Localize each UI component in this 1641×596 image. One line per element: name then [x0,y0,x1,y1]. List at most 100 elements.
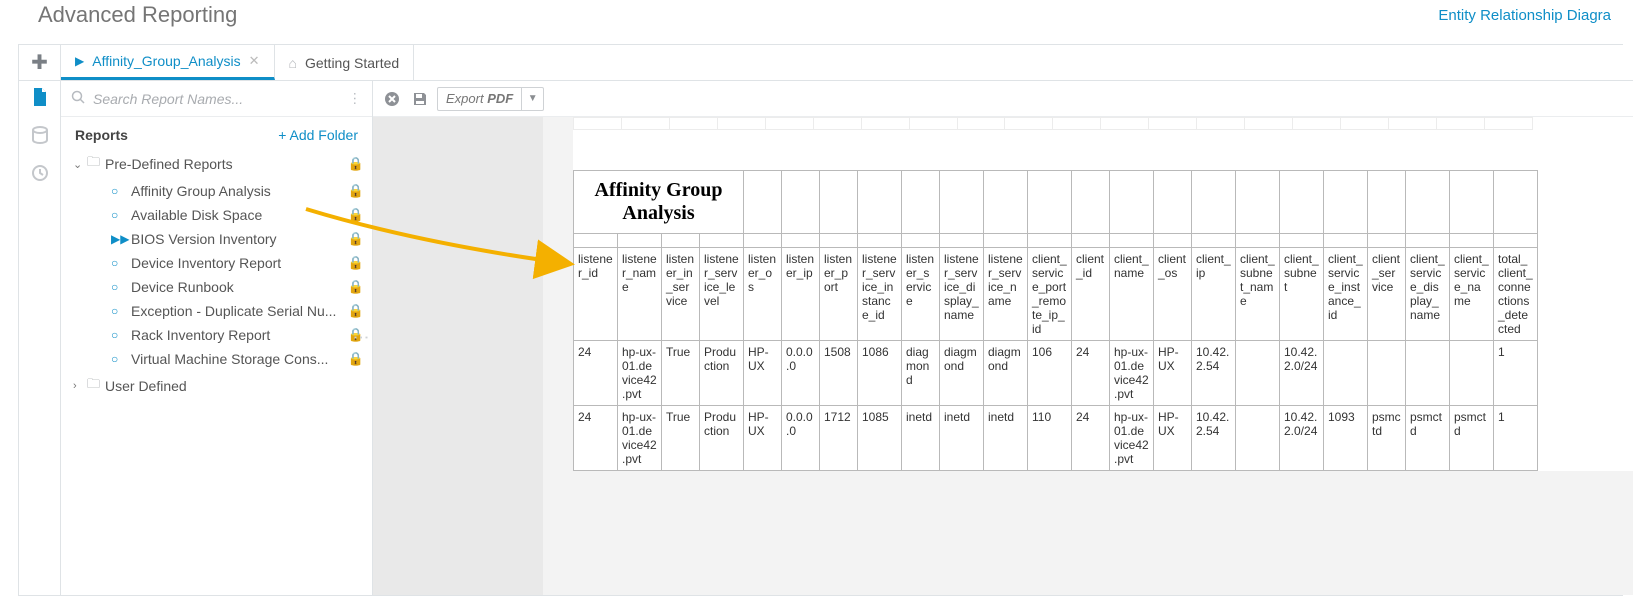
bullet-icon: ○ [111,352,125,366]
report-label: Exception - Duplicate Serial Nu... [131,303,336,319]
bullet-icon: ○ [111,184,125,198]
chevron-right-icon: › [73,380,87,392]
table-cell: True [662,406,700,471]
chevron-down-icon[interactable]: ▼ [521,88,543,110]
table-cell: HP-UX [1154,341,1192,406]
lock-icon: 🔒 [348,351,364,367]
report-title-cell: Affinity Group Analysis [574,171,744,234]
table-cell: diagmond [984,341,1028,406]
filler-grid [573,117,1533,130]
table-cell: psmctd [1450,406,1494,471]
chevron-down-icon: ⌄ [73,158,87,171]
tab-getting-started[interactable]: ⌂ Getting Started [275,45,415,80]
document-scroll[interactable]: Affinity Group Analysis listener_idliste… [373,117,1633,595]
table-cell: 1712 [820,406,858,471]
table-cell: 10.42.2.54 [1192,406,1236,471]
table-cell: 10.42.2.0/24 [1280,341,1324,406]
report-device-inventory[interactable]: ○ Device Inventory Report 🔒 [73,251,368,275]
table-cell: hp-ux-01.device42.pvt [1110,406,1154,471]
clear-button[interactable] [381,88,403,110]
tab-affinity-group-analysis[interactable]: ▶ Affinity_Group_Analysis ✕ [61,45,275,80]
table-header-cell: client_os [1154,248,1192,341]
table-cell: hp-ux-01.device42.pvt [618,406,662,471]
lock-icon: 🔒 [348,279,364,295]
table-cell: HP-UX [1154,406,1192,471]
table-cell: 24 [574,406,618,471]
table-header-cell: client_service_name [1450,248,1494,341]
more-icon[interactable]: ⋯ [347,92,364,106]
report-label: Virtual Machine Storage Cons... [131,351,328,367]
table-cell: inetd [902,406,940,471]
app-body: ✚ ▶ Affinity_Group_Analysis ✕ ⌂ Getting … [18,44,1623,596]
lock-icon: 🔒 [348,303,364,319]
table-cell: HP-UX [744,341,782,406]
report-exception-duplicate-serial[interactable]: ○ Exception - Duplicate Serial Nu... 🔒 [73,299,368,323]
table-cell [1236,406,1280,471]
save-button[interactable] [409,88,431,110]
folder-user-defined[interactable]: › 🗀 User Defined [73,371,368,401]
table-cell [1406,341,1450,406]
report-vm-storage[interactable]: ○ Virtual Machine Storage Cons... 🔒 [73,347,368,371]
table-cell: 1093 [1324,406,1368,471]
report-page: Affinity Group Analysis listener_idliste… [573,117,1633,471]
table-header-cell: client_ip [1192,248,1236,341]
table-cell [1450,341,1494,406]
close-icon[interactable]: ✕ [249,53,260,69]
bullet-icon: ○ [111,304,125,318]
table-row: 24hp-ux-01.device42.pvtTrueProductionHP-… [574,406,1538,471]
table-cell: psmctd [1406,406,1450,471]
table-cell: 110 [1028,406,1072,471]
add-folder-link[interactable]: + Add Folder [278,127,358,143]
search-icon [71,90,85,107]
database-icon[interactable] [30,125,50,145]
table-header-cell: client_name [1110,248,1154,341]
report-available-disk-space[interactable]: ○ Available Disk Space 🔒 [73,203,368,227]
table-cell: 10.42.2.0/24 [1280,406,1324,471]
tab-label: Affinity_Group_Analysis [92,53,240,69]
report-affinity-group-analysis[interactable]: ○ Affinity Group Analysis 🔒 [73,179,368,203]
table-cell: 10.42.2.54 [1192,341,1236,406]
report-rack-inventory[interactable]: ○ Rack Inventory Report 🔒 [73,323,368,347]
table-cell: 0.0.0.0 [782,406,820,471]
lock-icon: 🔒 [348,156,364,172]
plus-icon: ✚ [31,50,48,75]
table-cell [1324,341,1368,406]
table-header-cell: listener_service_instance_id [858,248,902,341]
table-cell: diagmond [940,341,984,406]
file-icon[interactable] [30,87,50,107]
erd-link[interactable]: Entity Relationship Diagra [1438,7,1611,24]
table-header-cell: client_service [1368,248,1406,341]
add-tab-button[interactable]: ✚ [19,45,61,80]
table-header-cell: client_service_instance_id [1324,248,1368,341]
report-bios-version-inventory[interactable]: ▶▶ BIOS Version Inventory 🔒 [73,227,368,251]
report-table: Affinity Group Analysis listener_idliste… [573,170,1538,471]
export-label: Export PDF [438,91,521,106]
table-header-cell: client_subnet_name [1236,248,1280,341]
folder-label: Pre-Defined Reports [105,156,233,172]
bullet-icon: ○ [111,280,125,294]
table-header-cell: listener_os [744,248,782,341]
table-cell [1236,341,1280,406]
table-header-cell: listener_ip [782,248,820,341]
table-header-cell: listener_port [820,248,858,341]
report-label: Rack Inventory Report [131,327,270,343]
table-cell: 1085 [858,406,902,471]
report-label: Available Disk Space [131,207,262,223]
report-device-runbook[interactable]: ○ Device Runbook 🔒 [73,275,368,299]
table-cell: 1086 [858,341,902,406]
folder-predefined[interactable]: ⌄ 🗀 Pre-Defined Reports 🔒 [73,149,368,179]
table-header-cell: listener_in_service [662,248,700,341]
clock-icon[interactable] [30,163,50,183]
table-cell: 0.0.0.0 [782,341,820,406]
table-cell: inetd [940,406,984,471]
lock-icon: 🔒 [348,207,364,223]
table-header-cell: listener_service_display_name [940,248,984,341]
table-header-cell: total_client_connections_detected [1494,248,1538,341]
page-header: Advanced Reporting Entity Relationship D… [0,0,1641,34]
table-cell: diagmond [902,341,940,406]
resize-handle-icon[interactable]: ⋮ [360,330,370,347]
export-combo[interactable]: Export PDF ▼ [437,87,544,111]
table-cell: HP-UX [744,406,782,471]
lock-icon: 🔒 [348,255,364,271]
search-input[interactable] [93,91,348,107]
